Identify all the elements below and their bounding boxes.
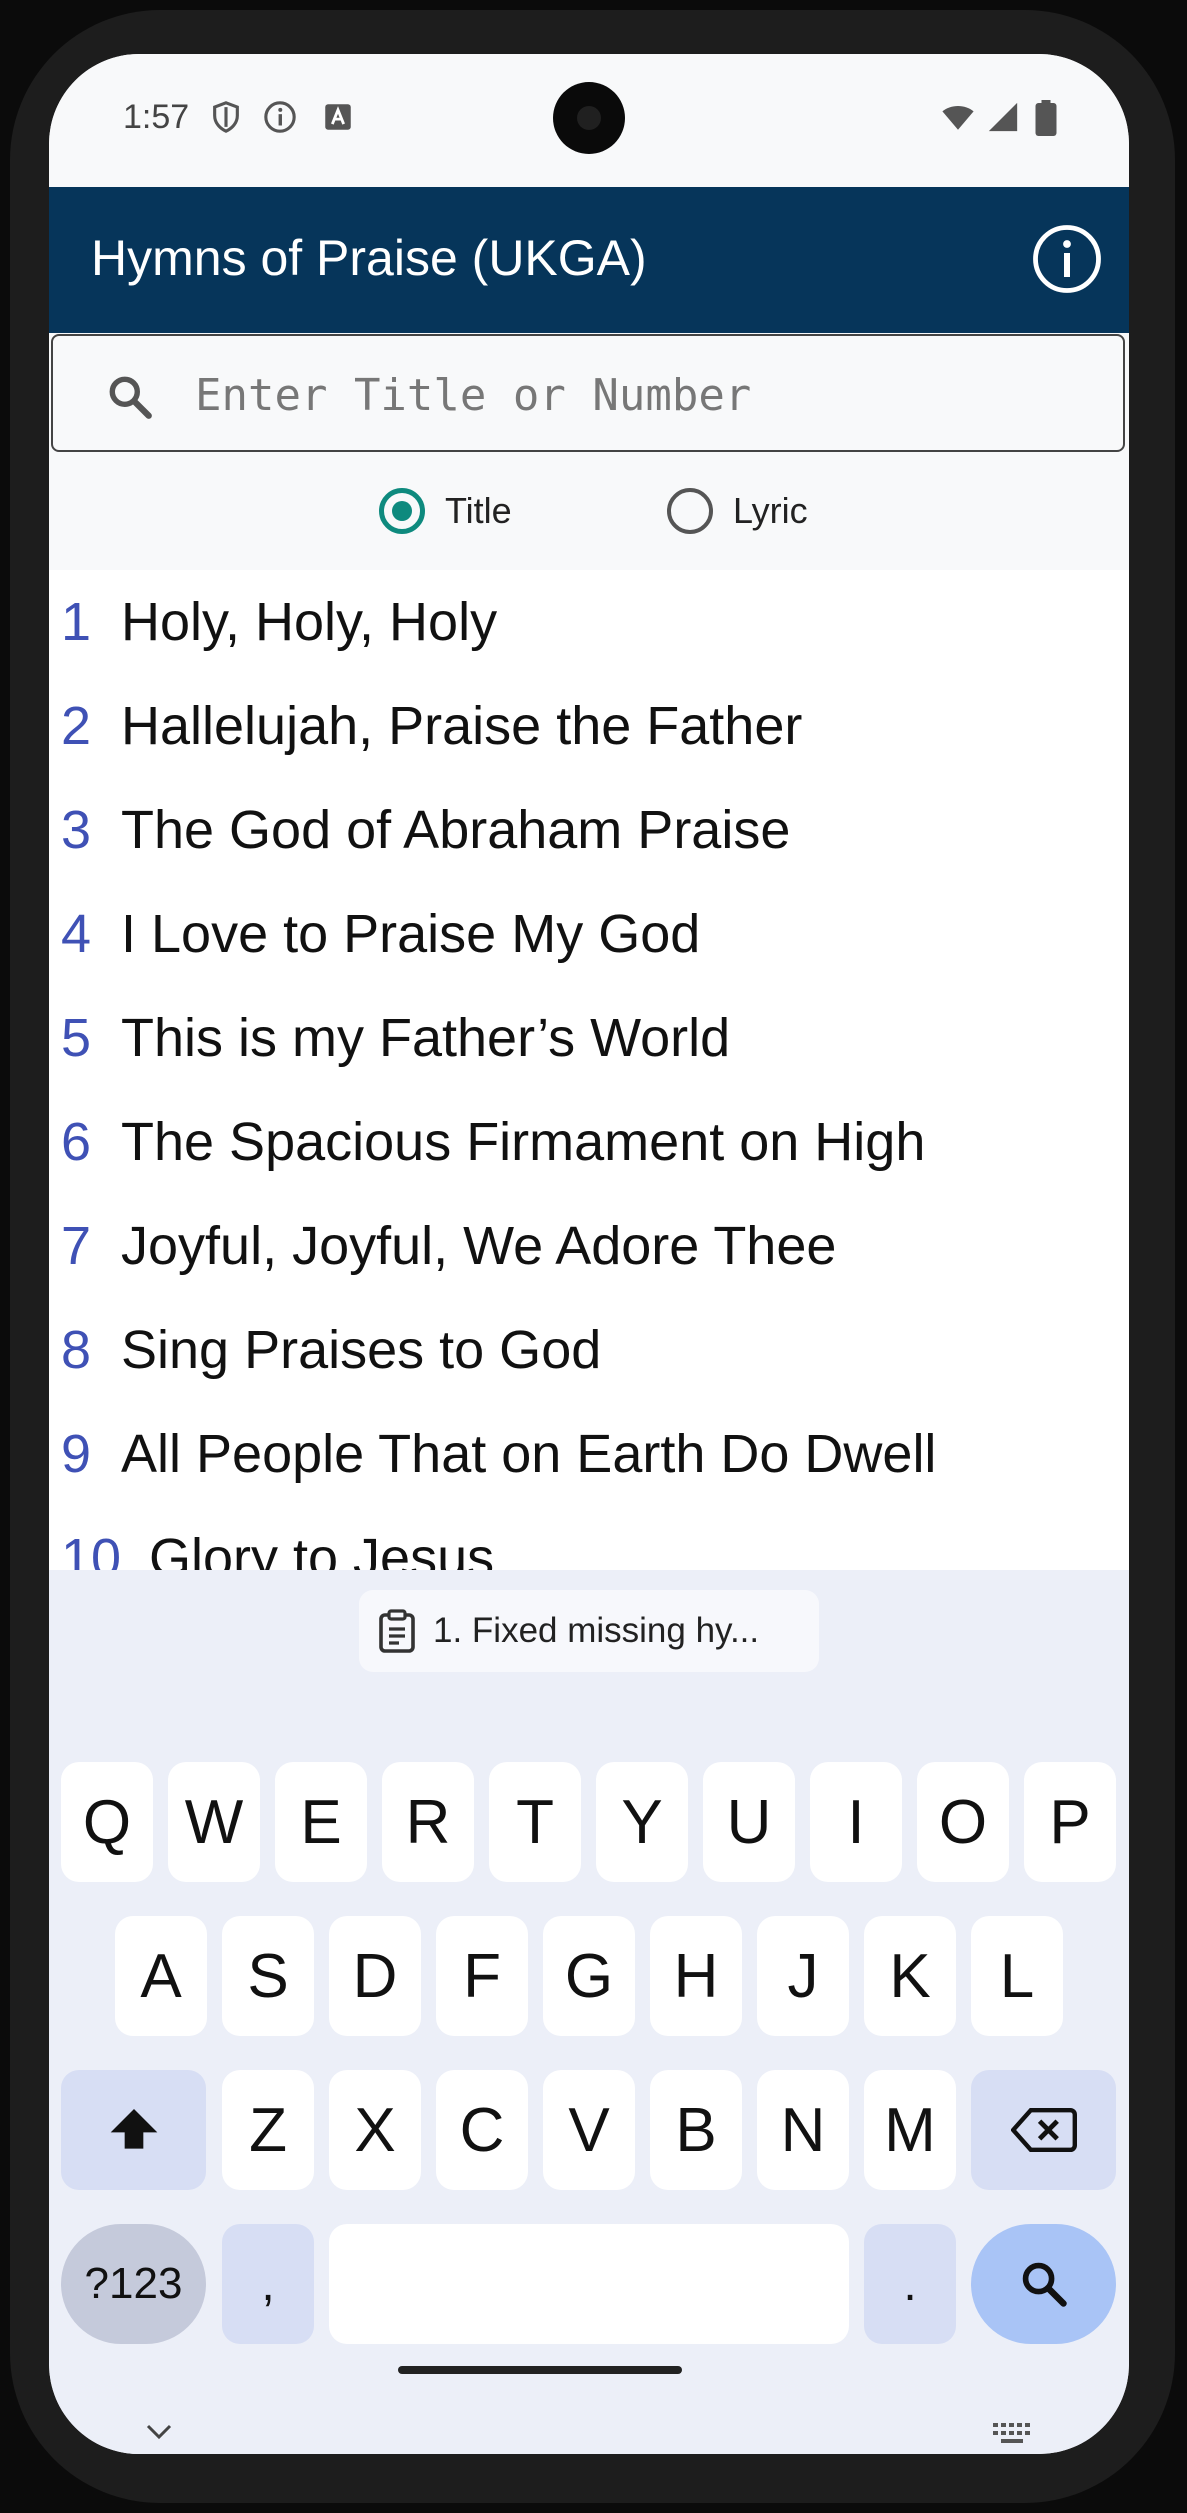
key-h[interactable]: H [650,1916,742,2036]
key-e[interactable]: E [275,1762,367,1882]
list-item[interactable]: 2 Hallelujah, Praise the Father [49,674,1129,778]
hymn-number: 5 [61,1008,92,1068]
hymn-title: Joyful, Joyful, We Adore Thee [121,1216,837,1276]
hymn-number: 2 [61,696,92,756]
key-n[interactable]: N [757,2070,849,2190]
chevron-down-icon[interactable] [144,2422,174,2442]
search-mode-group: Title Lyric [49,454,1129,570]
key-v[interactable]: V [543,2070,635,2190]
space-key[interactable] [329,2224,849,2344]
radio-title[interactable]: Title [379,486,512,536]
comma-key[interactable]: , [222,2224,314,2344]
list-item[interactable]: 5 This is my Father’s World [49,986,1129,1090]
hymn-number: 1 [61,592,92,652]
search-icon [1022,2262,1067,2307]
hymn-number: 4 [61,904,92,964]
backspace-key[interactable] [971,2070,1116,2190]
search-icon [109,376,152,419]
info-icon[interactable] [1031,223,1103,295]
status-bar: 1:57 [49,54,1129,187]
list-item[interactable]: 10 Glory to Jesus [49,1506,1129,1570]
hymn-title: The Spacious Firmament on High [121,1112,926,1172]
hymn-list: 1 Holy, Holy, Holy 2 Hallelujah, Praise … [49,570,1129,1570]
list-item[interactable]: 8 Sing Praises to God [49,1298,1129,1402]
key-c[interactable]: C [436,2070,528,2190]
accessibility-a-icon [325,104,351,130]
hymn-title: I Love to Praise My God [121,904,701,964]
keyboard-search-key[interactable] [971,2224,1116,2344]
key-w[interactable]: W [168,1762,260,1882]
key-r[interactable]: R [382,1762,474,1882]
list-item[interactable]: 9 All People That on Earth Do Dwell [49,1402,1129,1506]
list-item[interactable]: 7 Joyful, Joyful, We Adore Thee [49,1194,1129,1298]
key-u[interactable]: U [703,1762,795,1882]
key-x[interactable]: X [329,2070,421,2190]
key-z[interactable]: Z [222,2070,314,2190]
key-g[interactable]: G [543,1916,635,2036]
hymn-title: Hallelujah, Praise the Father [121,696,803,756]
key-y[interactable]: Y [596,1762,688,1882]
radio-selected-indicator[interactable] [379,488,425,534]
key-s[interactable]: S [222,1916,314,2036]
radio-lyric[interactable]: Lyric [667,486,808,536]
list-item[interactable]: 6 The Spacious Firmament on High [49,1090,1129,1194]
app-title: Hymns of Praise (UKGA) [91,230,647,286]
radio-lyric-label: Lyric [733,490,808,531]
clipboard-icon [379,1609,415,1653]
front-camera [553,82,625,154]
backspace-icon [1010,2108,1077,2152]
clipboard-suggestion-chip[interactable]: 1. Fixed missing hy... [359,1590,819,1672]
status-time: 1:57 [123,98,190,136]
shield-icon [213,101,239,133]
symbols-key[interactable]: ?123 [61,2224,206,2344]
keyboard-switch-icon[interactable] [992,2422,1034,2448]
shift-icon [110,2109,157,2149]
hymn-title: The God of Abraham Praise [121,800,791,860]
list-item[interactable]: 1 Holy, Holy, Holy [49,570,1129,674]
search-input[interactable] [193,364,1077,426]
hymn-title: All People That on Earth Do Dwell [121,1424,937,1484]
home-gesture-bar[interactable] [398,2366,682,2374]
period-key[interactable]: . [864,2224,956,2344]
hymn-number: 7 [61,1216,92,1276]
hymn-number: 10 [61,1528,122,1570]
key-p[interactable]: P [1024,1762,1116,1882]
phone-screen: 1:57 Hymns of Praise (UKGA) Enter Title … [49,54,1129,2454]
key-i[interactable]: I [810,1762,902,1882]
wifi-icon [942,106,974,130]
battery-icon [1035,100,1057,136]
key-k[interactable]: K [864,1916,956,2036]
hymn-number: 6 [61,1112,92,1172]
hymn-title: Sing Praises to God [121,1320,602,1380]
clipboard-text: 1. Fixed missing hy... [433,1611,760,1650]
hymn-title: Glory to Jesus [149,1528,495,1570]
info-circle-icon [264,101,296,133]
search-field[interactable] [51,334,1125,452]
radio-unselected-indicator[interactable] [667,488,713,534]
hymn-title: This is my Father’s World [121,1008,731,1068]
signal-icon [988,102,1018,132]
key-m[interactable]: M [864,2070,956,2190]
key-a[interactable]: A [115,1916,207,2036]
key-q[interactable]: Q [61,1762,153,1882]
key-f[interactable]: F [436,1916,528,2036]
key-d[interactable]: D [329,1916,421,2036]
on-screen-keyboard: 1. Fixed missing hy... Q W E R T Y U I O… [49,1570,1129,2454]
list-item[interactable]: 4 I Love to Praise My God [49,882,1129,986]
key-o[interactable]: O [917,1762,1009,1882]
hymn-number: 9 [61,1424,92,1484]
key-b[interactable]: B [650,2070,742,2190]
hymn-number: 8 [61,1320,92,1380]
hymn-number: 3 [61,800,92,860]
key-t[interactable]: T [489,1762,581,1882]
app-bar: Hymns of Praise (UKGA) [49,187,1129,333]
list-item[interactable]: 3 The God of Abraham Praise [49,778,1129,882]
shift-key[interactable] [61,2070,206,2190]
key-l[interactable]: L [971,1916,1063,2036]
key-j[interactable]: J [757,1916,849,2036]
radio-title-label: Title [445,490,512,531]
hymn-title: Holy, Holy, Holy [121,592,498,652]
